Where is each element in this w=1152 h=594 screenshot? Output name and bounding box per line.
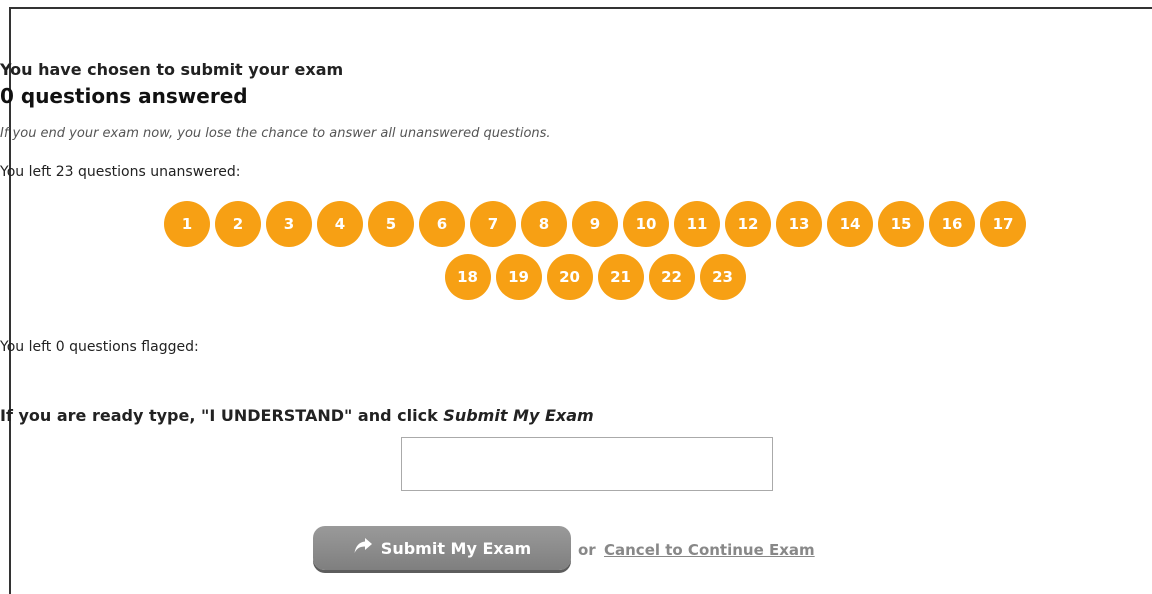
question-badge[interactable]: 19 (495, 254, 542, 300)
question-badge[interactable]: 14 (827, 201, 873, 247)
unanswered-questions-row-2: 18 19 20 21 22 23 (0, 254, 1152, 300)
question-badge[interactable]: 23 (699, 254, 746, 300)
warning-text: If you end your exam now, you lose the c… (0, 126, 551, 141)
share-arrow-icon (353, 537, 373, 559)
page-title: You have chosen to submit your exam (0, 60, 344, 79)
question-badge[interactable]: 4 (317, 201, 363, 247)
confirm-instruction: If you are ready type, "I UNDERSTAND" an… (0, 406, 1152, 425)
question-badge[interactable]: 12 (725, 201, 771, 247)
question-badge[interactable]: 22 (648, 254, 695, 300)
question-badge[interactable]: 1 (164, 201, 210, 247)
question-badge[interactable]: 16 (929, 201, 975, 247)
question-badge[interactable]: 15 (878, 201, 924, 247)
or-text: or (578, 541, 596, 559)
question-badge[interactable]: 18 (444, 254, 491, 300)
question-badge[interactable]: 2 (215, 201, 261, 247)
cancel-continue-link[interactable]: Cancel to Continue Exam (604, 541, 815, 559)
flagged-label: You left 0 questions flagged: (0, 339, 199, 355)
question-badge[interactable]: 21 (597, 254, 644, 300)
question-badge[interactable]: 9 (572, 201, 618, 247)
submit-exam-button[interactable]: Submit My Exam (313, 526, 571, 570)
question-badge[interactable]: 10 (623, 201, 669, 247)
question-badge[interactable]: 6 (419, 201, 465, 247)
question-badge[interactable]: 7 (470, 201, 516, 247)
instruction-text: If you are ready type, "I UNDERSTAND" an… (0, 406, 444, 425)
question-badge[interactable]: 13 (776, 201, 822, 247)
question-badge[interactable]: 8 (521, 201, 567, 247)
question-badge[interactable]: 11 (674, 201, 720, 247)
question-badge[interactable]: 20 (546, 254, 593, 300)
submit-exam-label: Submit My Exam (380, 538, 532, 558)
question-badge[interactable]: 17 (980, 201, 1026, 247)
question-badge[interactable]: 5 (368, 201, 414, 247)
unanswered-label: You left 23 questions unanswered: (0, 164, 241, 180)
confirm-text-input[interactable] (401, 437, 773, 491)
instruction-emphasis: Submit My Exam (443, 406, 594, 425)
unanswered-questions-row-1: 1 2 3 4 5 6 7 8 9 10 11 12 13 14 15 16 17 (0, 201, 1152, 247)
question-badge[interactable]: 3 (266, 201, 312, 247)
answered-summary: 0 questions answered (0, 84, 248, 108)
